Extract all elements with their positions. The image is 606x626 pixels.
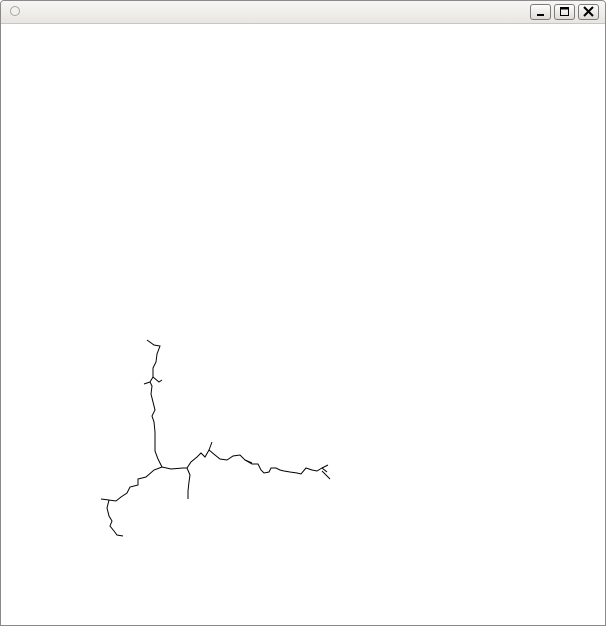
minimize-icon — [537, 14, 544, 16]
crack-drawing — [100, 339, 331, 537]
close-icon — [583, 6, 594, 17]
maximize-button[interactable] — [554, 4, 575, 20]
crack-branch-right — [161, 449, 328, 475]
minimize-button[interactable] — [530, 4, 551, 20]
crack-branch-up — [146, 339, 163, 468]
crack-twig-right-1 — [208, 441, 213, 451]
crack-twig-right-4 — [321, 470, 331, 480]
drawing-canvas[interactable] — [1, 24, 605, 625]
app-circle-icon — [10, 6, 20, 16]
crack-twig-left — [100, 498, 110, 501]
crack-branch-left — [106, 466, 163, 537]
crack-twig-right-3 — [321, 464, 329, 469]
maximize-icon — [560, 7, 569, 16]
title-bar[interactable] — [1, 1, 605, 24]
close-button[interactable] — [578, 4, 599, 20]
crack-twig-up-2 — [152, 376, 163, 383]
crack-twig-up-1 — [143, 381, 151, 385]
crack-branch-down — [186, 467, 191, 499]
app-window — [0, 0, 606, 626]
